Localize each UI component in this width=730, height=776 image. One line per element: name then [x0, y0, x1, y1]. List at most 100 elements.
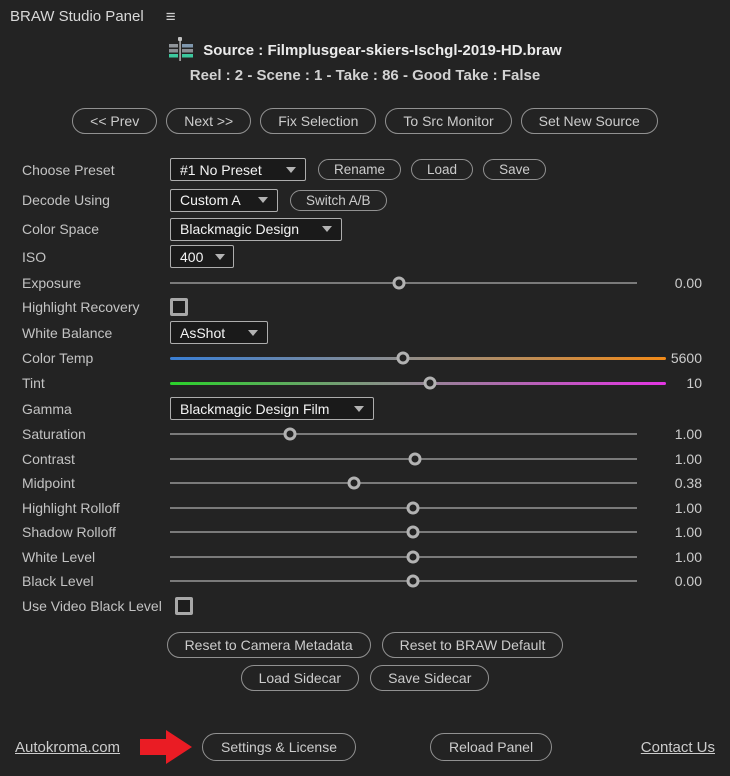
exposure-slider[interactable]	[170, 271, 640, 295]
red-arrow-icon	[140, 730, 192, 764]
black-level-row: Black Level 0.00	[22, 569, 702, 594]
use-video-black-level-label: Use Video Black Level	[22, 598, 162, 614]
gamma-row: Gamma Blackmagic Design Film	[22, 396, 702, 422]
next-button[interactable]: Next >>	[166, 108, 251, 134]
black-level-slider[interactable]	[170, 569, 640, 593]
load-sidecar-button[interactable]: Load Sidecar	[241, 665, 360, 691]
white-level-slider-knob[interactable]	[406, 550, 419, 563]
contrast-row: Contrast 1.00	[22, 447, 702, 472]
highlight-recovery-label: Highlight Recovery	[22, 299, 170, 315]
midpoint-slider-knob[interactable]	[348, 477, 361, 490]
saturation-slider-knob[interactable]	[283, 428, 296, 441]
source-info: Source : Filmplusgear-skiers-Ischgl-2019…	[0, 37, 730, 84]
save-preset-button[interactable]: Save	[483, 159, 546, 180]
white-level-label: White Level	[22, 549, 170, 565]
shadow-rolloff-value: 1.00	[640, 524, 702, 540]
color-temp-label: Color Temp	[22, 350, 170, 366]
saturation-label: Saturation	[22, 426, 170, 442]
save-sidecar-button[interactable]: Save Sidecar	[370, 665, 489, 691]
settings-license-button[interactable]: Settings & License	[202, 733, 356, 761]
exposure-label: Exposure	[22, 275, 170, 291]
color-temp-slider-knob[interactable]	[397, 352, 410, 365]
color-space-row: Color Space Blackmagic Design	[22, 215, 702, 243]
preset-dropdown-value: #1 No Preset	[180, 162, 262, 178]
gamma-label: Gamma	[22, 401, 170, 417]
highlight-rolloff-label: Highlight Rolloff	[22, 500, 170, 516]
shadow-rolloff-slider-knob[interactable]	[406, 526, 419, 539]
gamma-value: Blackmagic Design Film	[180, 401, 329, 417]
decode-using-dropdown[interactable]: Custom A	[170, 189, 278, 212]
reset-braw-default-button[interactable]: Reset to BRAW Default	[382, 632, 564, 658]
chevron-down-icon	[322, 226, 332, 232]
sidecar-button-row: Load Sidecar Save Sidecar	[0, 665, 730, 691]
exposure-slider-knob[interactable]	[392, 276, 405, 289]
white-balance-row: White Balance AsShot	[22, 320, 702, 346]
color-temp-row: Color Temp 5600	[22, 346, 702, 371]
highlight-rolloff-value: 1.00	[640, 500, 702, 516]
reload-panel-button[interactable]: Reload Panel	[430, 733, 552, 761]
chevron-down-icon	[215, 254, 225, 260]
white-balance-value: AsShot	[180, 325, 225, 341]
reset-button-row: Reset to Camera Metadata Reset to BRAW D…	[0, 632, 730, 658]
contrast-slider-knob[interactable]	[408, 452, 421, 465]
use-video-black-level-checkbox[interactable]	[175, 597, 193, 615]
midpoint-row: Midpoint 0.38	[22, 471, 702, 496]
saturation-row: Saturation 1.00	[22, 422, 702, 447]
load-preset-button[interactable]: Load	[411, 159, 473, 180]
reset-camera-metadata-button[interactable]: Reset to Camera Metadata	[167, 632, 371, 658]
saturation-slider[interactable]	[170, 422, 640, 446]
contrast-slider[interactable]	[170, 447, 640, 471]
white-balance-label: White Balance	[22, 325, 170, 341]
controls-section: Choose Preset #1 No Preset Rename Load S…	[0, 154, 730, 618]
highlight-rolloff-slider-knob[interactable]	[406, 501, 419, 514]
panel-title: BRAW Studio Panel	[10, 8, 144, 25]
midpoint-label: Midpoint	[22, 475, 170, 491]
black-level-slider-knob[interactable]	[406, 575, 419, 588]
preset-dropdown[interactable]: #1 No Preset	[170, 158, 306, 181]
hamburger-menu-icon[interactable]: ≡	[166, 8, 176, 25]
iso-value: 400	[180, 249, 203, 265]
contact-us-link[interactable]: Contact Us	[641, 739, 715, 756]
decode-using-value: Custom A	[180, 192, 241, 208]
iso-row: ISO 400	[22, 243, 702, 270]
midpoint-value: 0.38	[640, 475, 702, 491]
tint-slider-knob[interactable]	[423, 377, 436, 390]
highlight-recovery-row: Highlight Recovery	[22, 295, 702, 320]
decode-using-label: Decode Using	[22, 192, 170, 208]
tint-row: Tint 10	[22, 371, 702, 396]
tint-slider[interactable]	[170, 371, 640, 395]
exposure-row: Exposure 0.00	[22, 270, 702, 295]
white-level-slider[interactable]	[170, 545, 640, 569]
contrast-value: 1.00	[640, 451, 702, 467]
use-video-black-level-row: Use Video Black Level	[22, 594, 702, 619]
color-space-label: Color Space	[22, 221, 170, 237]
midpoint-slider[interactable]	[170, 471, 640, 495]
decode-using-row: Decode Using Custom A Switch A/B	[22, 185, 702, 215]
shadow-rolloff-slider[interactable]	[170, 520, 640, 544]
rename-preset-button[interactable]: Rename	[318, 159, 401, 180]
nav-button-row: << Prev Next >> Fix Selection To Src Mon…	[0, 108, 730, 134]
panel-header: BRAW Studio Panel ≡	[0, 0, 730, 25]
shadow-rolloff-label: Shadow Rolloff	[22, 524, 170, 540]
set-new-source-button[interactable]: Set New Source	[521, 108, 658, 134]
gamma-dropdown[interactable]: Blackmagic Design Film	[170, 397, 374, 420]
switch-ab-button[interactable]: Switch A/B	[290, 190, 387, 211]
white-balance-dropdown[interactable]: AsShot	[170, 321, 268, 344]
autokroma-link[interactable]: Autokroma.com	[15, 739, 120, 756]
contrast-label: Contrast	[22, 451, 170, 467]
to-src-monitor-button[interactable]: To Src Monitor	[385, 108, 511, 134]
highlight-recovery-checkbox[interactable]	[170, 298, 188, 316]
shadow-rolloff-row: Shadow Rolloff 1.00	[22, 520, 702, 545]
highlight-rolloff-slider[interactable]	[170, 496, 640, 520]
color-space-dropdown[interactable]: Blackmagic Design	[170, 218, 342, 241]
white-level-value: 1.00	[640, 549, 702, 565]
clip-icon	[168, 37, 194, 63]
fix-selection-button[interactable]: Fix Selection	[260, 108, 376, 134]
prev-button[interactable]: << Prev	[72, 108, 157, 134]
chevron-down-icon	[354, 406, 364, 412]
iso-dropdown[interactable]: 400	[170, 245, 234, 268]
black-level-value: 0.00	[640, 573, 702, 589]
chevron-down-icon	[258, 197, 268, 203]
color-temp-slider[interactable]	[170, 346, 640, 370]
choose-preset-row: Choose Preset #1 No Preset Rename Load S…	[22, 154, 702, 185]
